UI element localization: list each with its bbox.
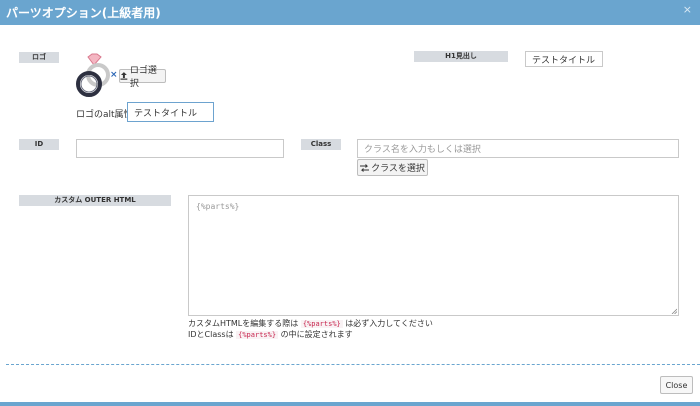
class-label: Class xyxy=(301,139,341,150)
parts-code: {%parts%} xyxy=(300,320,343,328)
resize-grip-icon[interactable] xyxy=(671,308,677,314)
dialog-title: パーツオプション(上級者用) xyxy=(6,6,161,20)
parts-code: {%parts%} xyxy=(236,331,279,339)
alt-input[interactable]: テストタイトル xyxy=(127,102,214,122)
id-input[interactable] xyxy=(76,139,284,158)
h1-input-value: テストタイトル xyxy=(532,55,596,66)
outer-html-textarea[interactable]: {%parts%} xyxy=(188,195,679,316)
remove-logo-icon[interactable]: × xyxy=(110,70,118,80)
close-icon[interactable]: × xyxy=(683,3,692,16)
class-input-placeholder: クラス名を入力もしくは選択 xyxy=(364,145,481,155)
id-label: ID xyxy=(19,139,59,150)
h1-input[interactable]: テストタイトル xyxy=(525,51,603,67)
footer-bar xyxy=(0,402,700,406)
class-input[interactable]: クラス名を入力もしくは選択 xyxy=(357,139,679,158)
footer-divider xyxy=(6,364,700,365)
dialog-titlebar: パーツオプション(上級者用) × xyxy=(0,0,700,25)
select-class-button[interactable]: クラスを選択 xyxy=(357,159,428,176)
h1-label: H1見出し xyxy=(414,51,508,62)
close-button[interactable]: Close xyxy=(660,376,693,394)
help-text-2: IDとClassは {%parts%} の中に設定されます xyxy=(188,330,353,339)
outer-html-placeholder: {%parts%} xyxy=(196,202,240,211)
select-class-label: クラスを選択 xyxy=(371,164,425,174)
select-logo-button[interactable]: ロゴ選択 xyxy=(119,66,166,89)
close-button-label: Close xyxy=(665,380,688,390)
help-text-1: カスタムHTMLを編集する際は {%parts%} は必ず入力してください xyxy=(188,319,433,328)
outer-html-label: カスタム OUTER HTML xyxy=(19,195,171,206)
select-logo-label: ロゴ選択 xyxy=(129,66,157,89)
alt-input-value: テストタイトル xyxy=(134,108,198,119)
swap-icon xyxy=(360,163,370,172)
upload-icon xyxy=(120,72,128,80)
logo-label: ロゴ xyxy=(19,52,59,63)
